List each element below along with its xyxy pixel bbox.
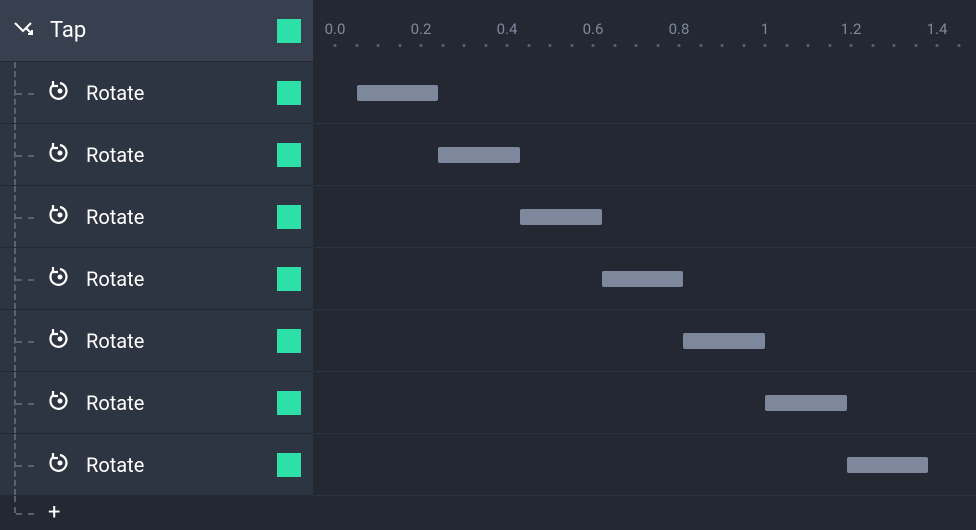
ruler-minor-tick bbox=[828, 44, 831, 47]
ruler-minor-tick bbox=[936, 44, 939, 47]
ruler-minor-tick bbox=[355, 44, 358, 47]
animation-block[interactable] bbox=[520, 209, 602, 225]
rotate-icon bbox=[47, 326, 73, 356]
ruler-minor-tick bbox=[398, 44, 401, 47]
ruler-minor-tick bbox=[484, 44, 487, 47]
ruler-minor-tick bbox=[527, 44, 530, 47]
color-swatch[interactable] bbox=[277, 329, 301, 353]
ruler-minor-tick bbox=[441, 44, 444, 47]
rotate-icon bbox=[47, 264, 73, 294]
animation-block[interactable] bbox=[683, 333, 765, 349]
track-label: Rotate bbox=[78, 267, 265, 291]
animation-block[interactable] bbox=[357, 85, 439, 101]
ruler-major-tick: 1 bbox=[761, 20, 769, 38]
timeline-row[interactable] bbox=[313, 124, 976, 186]
ruler-major-tick: 1.2 bbox=[841, 20, 862, 38]
track-row[interactable]: Rotate bbox=[0, 124, 313, 186]
ruler-minor-tick bbox=[914, 44, 917, 47]
tap-icon bbox=[12, 18, 34, 44]
ruler-minor-tick bbox=[656, 44, 659, 47]
color-swatch[interactable] bbox=[277, 19, 301, 43]
color-swatch[interactable] bbox=[277, 81, 301, 105]
ruler-minor-tick bbox=[807, 44, 810, 47]
track-row[interactable]: Rotate bbox=[0, 434, 313, 496]
ruler-minor-tick bbox=[699, 44, 702, 47]
ruler-minor-tick bbox=[549, 44, 552, 47]
ruler-minor-tick bbox=[635, 44, 638, 47]
timeline-row[interactable] bbox=[313, 186, 976, 248]
ruler-minor-tick bbox=[850, 44, 853, 47]
color-swatch[interactable] bbox=[277, 453, 301, 477]
ruler-minor-tick bbox=[764, 44, 767, 47]
ruler-major-tick: 1.4 bbox=[927, 20, 948, 38]
track-row[interactable]: Rotate bbox=[0, 186, 313, 248]
ruler-major-tick: 0.4 bbox=[497, 20, 518, 38]
rotate-icon bbox=[47, 450, 73, 480]
ruler-minor-tick bbox=[506, 44, 509, 47]
ruler-minor-tick bbox=[742, 44, 745, 47]
animation-block[interactable] bbox=[602, 271, 684, 287]
color-swatch[interactable] bbox=[277, 143, 301, 167]
ruler-minor-tick bbox=[785, 44, 788, 47]
rotate-icon bbox=[47, 140, 73, 170]
track-label: Rotate bbox=[78, 81, 265, 105]
ruler-major-tick: 0.6 bbox=[583, 20, 604, 38]
ruler-minor-tick bbox=[893, 44, 896, 47]
track-label: Rotate bbox=[78, 205, 265, 229]
ruler-minor-tick bbox=[420, 44, 423, 47]
timeline-row[interactable] bbox=[313, 248, 976, 310]
rotate-icon bbox=[47, 388, 73, 418]
animation-block[interactable] bbox=[847, 457, 929, 473]
ruler-minor-tick bbox=[592, 44, 595, 47]
ruler-minor-tick bbox=[678, 44, 681, 47]
ruler-major-tick: 0.2 bbox=[411, 20, 432, 38]
track-row[interactable]: Rotate bbox=[0, 372, 313, 434]
plus-icon: + bbox=[42, 500, 60, 525]
timeline-area[interactable]: 0.0 0.2 0.4 0.6 0.8 1 1.2 1.4 bbox=[313, 0, 976, 530]
track-label: Rotate bbox=[78, 453, 265, 477]
timeline-ruler[interactable]: 0.0 0.2 0.4 0.6 0.8 1 1.2 1.4 bbox=[313, 0, 976, 62]
track-label: Rotate bbox=[78, 391, 265, 415]
add-track-row[interactable]: + bbox=[0, 496, 313, 530]
group-header[interactable]: Tap bbox=[0, 0, 313, 62]
track-list: Tap Rotate bbox=[0, 0, 313, 530]
color-swatch[interactable] bbox=[277, 205, 301, 229]
ruler-minor-tick bbox=[721, 44, 724, 47]
timeline-row[interactable] bbox=[313, 62, 976, 124]
ruler-minor-tick bbox=[377, 44, 380, 47]
ruler-major-tick: 0.0 bbox=[325, 20, 346, 38]
color-swatch[interactable] bbox=[277, 267, 301, 291]
rotate-icon bbox=[47, 78, 73, 108]
timeline-row[interactable] bbox=[313, 310, 976, 372]
track-row[interactable]: Rotate bbox=[0, 62, 313, 124]
animation-block[interactable] bbox=[765, 395, 847, 411]
timeline-row[interactable] bbox=[313, 372, 976, 434]
ruler-minor-tick bbox=[334, 44, 337, 47]
track-label: Rotate bbox=[78, 143, 265, 167]
ruler-major-tick: 0.8 bbox=[669, 20, 690, 38]
group-label: Tap bbox=[42, 18, 265, 43]
ruler-minor-tick bbox=[871, 44, 874, 47]
ruler-minor-tick bbox=[463, 44, 466, 47]
track-row[interactable]: Rotate bbox=[0, 248, 313, 310]
animation-block[interactable] bbox=[438, 147, 520, 163]
ruler-minor-tick bbox=[957, 44, 960, 47]
rotate-icon bbox=[47, 202, 73, 232]
ruler-minor-tick bbox=[613, 44, 616, 47]
timeline-row[interactable] bbox=[313, 434, 976, 496]
ruler-minor-tick bbox=[570, 44, 573, 47]
track-row[interactable]: Rotate bbox=[0, 310, 313, 372]
color-swatch[interactable] bbox=[277, 391, 301, 415]
track-label: Rotate bbox=[78, 329, 265, 353]
